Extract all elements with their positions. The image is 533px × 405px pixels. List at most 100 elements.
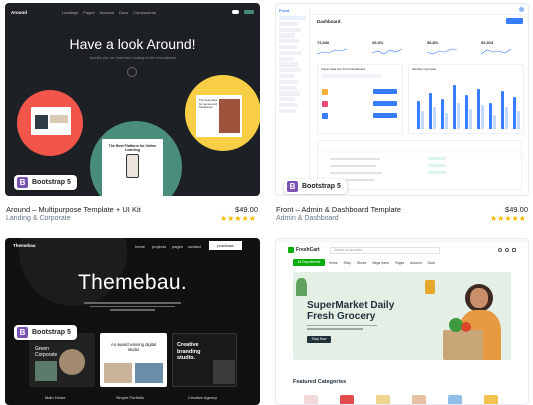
bag-icon <box>512 248 516 252</box>
heart-icon <box>498 248 502 252</box>
themebau-tile-label: Simple Portfolio <box>116 395 145 400</box>
themebau-tile-portfolio: An award winning digital studio <box>100 333 167 387</box>
template-grid: Around Landings Pages Account Docs Compo… <box>0 0 533 405</box>
bootstrap-badge: B Bootstrap 5 <box>14 175 77 190</box>
bootstrap-badge-label: Bootstrap 5 <box>302 183 341 190</box>
tomato-icon <box>461 322 471 332</box>
themebau-tile-label: Creative Agency <box>188 395 218 400</box>
rating-stars: ★★★★★ <box>220 214 256 223</box>
user-icon <box>505 248 509 252</box>
freshcart-nav-item: Account <box>410 261 422 265</box>
category-thumb <box>304 395 318 404</box>
leaf-decoration <box>296 278 307 296</box>
template-price: $49.00 <box>235 205 258 214</box>
rating-stars: ★★★★★ <box>490 214 526 223</box>
front-stat: 29.4% <box>372 40 384 45</box>
front-stat: 56.8% <box>427 40 439 45</box>
front-sidebar: Front <box>276 4 310 195</box>
front-stat: 72,540 <box>317 40 330 45</box>
template-category[interactable]: Admin & Dashboard <box>276 215 339 222</box>
app-icon <box>322 101 328 107</box>
product-pack-icon <box>425 280 435 294</box>
freshcart-search-input: Search for products <box>330 247 440 254</box>
bootstrap-badge: B Bootstrap 5 <box>284 179 347 194</box>
front-import-panel: Import data into Front Dashboard <box>317 64 403 134</box>
themebau-logo: Themebau <box>13 243 36 248</box>
front-bar-chart <box>413 83 520 129</box>
front-preview[interactable]: Front Dashboard 72,540 29.4% 56.8% 92,91… <box>275 3 529 196</box>
around-nav-item: Components <box>133 9 156 15</box>
scroll-down-icon <box>127 67 137 77</box>
category-thumb <box>376 395 390 404</box>
portrait-photo <box>59 349 85 375</box>
around-preview-inner1: The best place for remote and freelancer… <box>199 98 218 109</box>
around-preview-screen-center: The Best Platform for Online Learning <box>102 139 163 196</box>
themebau-nav-item: contact <box>188 244 201 249</box>
avatar <box>519 7 524 12</box>
bootstrap-badge-label: Bootstrap 5 <box>32 179 71 186</box>
freshcart-logo-text: FreshCart <box>296 247 320 253</box>
phone-mockup <box>126 154 139 178</box>
bootstrap-badge-label: Bootstrap 5 <box>32 329 71 336</box>
themebau-tile-label: Main Home <box>45 395 66 400</box>
around-preview-screen-right: The best place for remote and freelancer… <box>196 95 242 137</box>
portfolio-photo <box>104 363 132 383</box>
app-icon <box>322 89 328 95</box>
front-heading: Dashboard <box>317 19 341 24</box>
agency-photo <box>213 360 235 384</box>
front-create-button <box>506 18 523 24</box>
freshcart-logo: FreshCart <box>288 247 320 253</box>
bootstrap-icon: B <box>17 177 28 188</box>
around-preview-inner2: The Best Platform for Online Learning <box>108 144 157 152</box>
themebau-tile-agency: Creative branding studio. <box>172 333 237 387</box>
themebau-purchase-button: purchase <box>209 241 242 250</box>
freshcart-departments-button: All Departments <box>293 259 325 266</box>
freshcart-section-title: Featured Categories <box>293 379 347 385</box>
around-preview-heading: Have a look Around! <box>69 36 196 52</box>
front-table <box>317 140 522 190</box>
front-header <box>310 4 528 15</box>
around-nav-item: Pages <box>83 9 95 15</box>
front-logo: Front <box>279 8 290 13</box>
around-preview-logo: Around <box>11 9 27 15</box>
freshcart-nav-item: Mega menu <box>372 261 390 265</box>
themebau-nav-item: home <box>135 244 146 249</box>
grocery-bag <box>443 330 483 360</box>
template-title[interactable]: Front – Admin & Dashboard Template <box>276 205 401 214</box>
around-nav-item: Docs <box>119 9 129 15</box>
template-price: $49.00 <box>505 205 528 214</box>
freshcart-nav: Home Shop Stores Mega menu Pages Account… <box>329 261 435 265</box>
freshcart-preview[interactable]: FreshCart Search for products All Depart… <box>275 238 529 405</box>
category-thumb <box>448 395 462 404</box>
freshcart-header-icons <box>498 248 516 252</box>
freshcart-hero: SuperMarket Daily Fresh Grocery Shop Now <box>293 272 511 360</box>
freshcart-shop-now-button: Shop Now <box>307 336 331 343</box>
plant-photo <box>35 361 57 381</box>
front-sparklines <box>317 48 512 55</box>
bootstrap-icon: B <box>17 327 28 338</box>
around-preview-screen-left <box>31 107 71 135</box>
themebau-tile-main: Green Corporate <box>29 333 95 387</box>
around-preview[interactable]: Around Landings Pages Account Docs Compo… <box>5 3 260 196</box>
themebau-subtext-lines <box>80 300 185 314</box>
portfolio-photo <box>135 363 163 383</box>
around-preview-nav: Around Landings Pages Account Docs Compo… <box>11 8 254 16</box>
shopper-face <box>470 288 488 308</box>
front-panel-title: Import data into Front Dashboard <box>321 67 366 71</box>
toggle-icon <box>232 10 239 14</box>
buy-button-icon <box>244 10 254 14</box>
freshcart-nav-item: Home <box>329 261 338 265</box>
themebau-preview[interactable]: Themebau home projects pages contact pur… <box>5 238 260 405</box>
freshcart-nav-item: Docs <box>427 261 435 265</box>
freshcart-hero-title: SuperMarket Daily Fresh Grocery <box>307 300 395 322</box>
themebau-nav-item: projects <box>152 244 167 249</box>
cart-icon <box>288 247 294 253</box>
template-category[interactable]: Landing & Corporate <box>6 215 71 222</box>
around-nav-item: Account <box>99 9 115 15</box>
freshcart-hero-subtext <box>307 325 377 330</box>
category-thumb <box>340 395 354 404</box>
around-nav-item: Landings <box>62 9 79 15</box>
template-title[interactable]: Around – Multipurpose Template + UI Kit <box>6 205 141 214</box>
freshcart-nav-item: Shop <box>343 261 351 265</box>
office-photo <box>219 99 240 133</box>
